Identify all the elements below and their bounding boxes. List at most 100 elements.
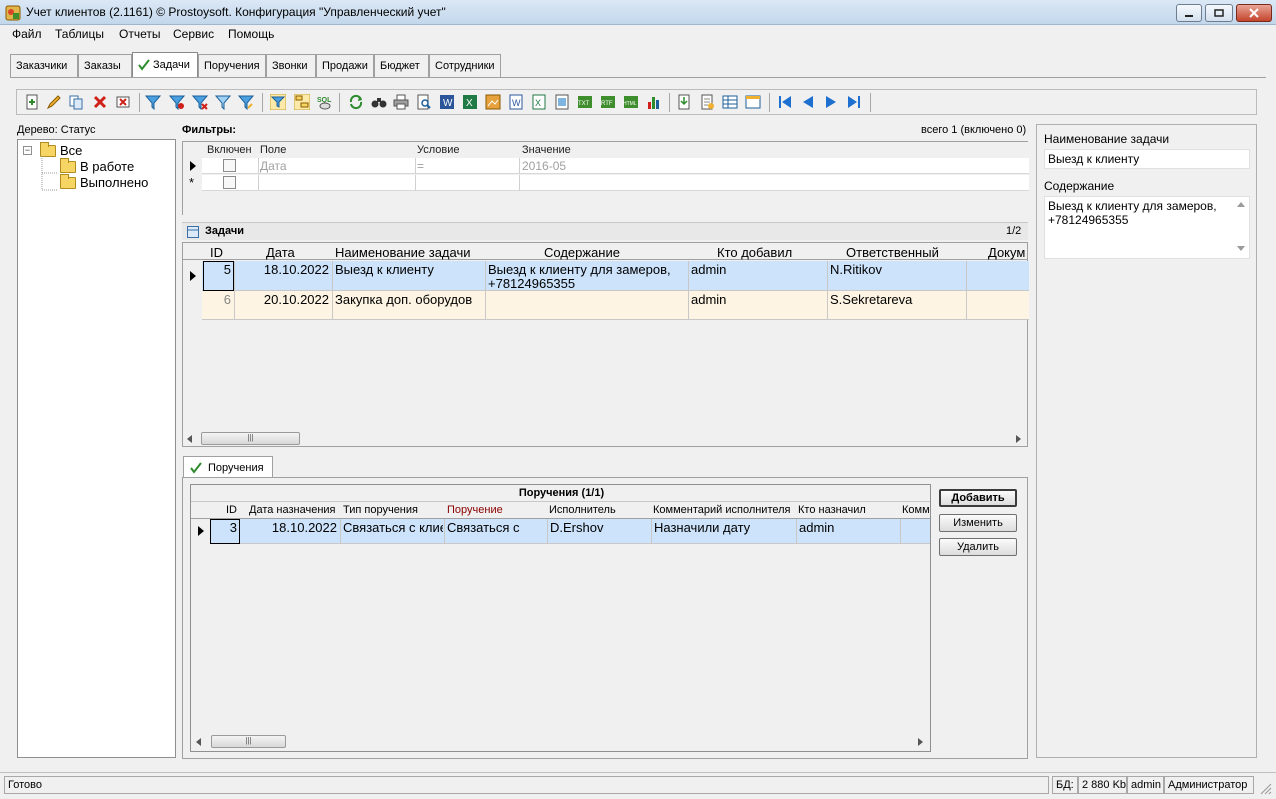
filter-edit-icon[interactable] — [238, 94, 254, 110]
menu-file[interactable]: Файл — [12, 27, 42, 41]
filter-new-row[interactable]: * — [183, 175, 1029, 191]
export-csv-icon[interactable] — [554, 94, 570, 110]
menu-help[interactable]: Помощь — [228, 27, 274, 41]
filter-value[interactable]: 2016-05 — [522, 159, 566, 173]
edit-pencil-icon[interactable] — [46, 94, 62, 110]
delete-button[interactable]: Удалить — [939, 538, 1017, 556]
task-content-field[interactable]: Выезд к клиенту для замеров, +7812496535… — [1044, 196, 1250, 259]
resize-grip-icon[interactable] — [1258, 781, 1272, 795]
tree-node-in-progress[interactable]: В работе — [60, 157, 134, 174]
assign-executor[interactable]: D.Ershov — [550, 521, 650, 535]
table-row[interactable]: 6 20.10.2022 Закупка доп. оборудов admin… — [183, 291, 1029, 320]
task-date[interactable]: 18.10.2022 — [237, 263, 329, 277]
filter-enabled-checkbox[interactable] — [223, 176, 236, 189]
tab-orders[interactable]: Заказы — [78, 54, 132, 77]
add-record-icon[interactable] — [24, 94, 40, 110]
assign-task[interactable]: Связаться с — [447, 521, 547, 535]
print-icon[interactable] — [393, 94, 409, 110]
delete-icon[interactable] — [92, 94, 108, 110]
filter-field[interactable]: Дата — [260, 159, 287, 173]
task-name[interactable]: Закупка доп. оборудов — [335, 293, 485, 307]
export-excel-icon[interactable]: X — [462, 94, 478, 110]
col-assign-date[interactable]: Дата назначения — [249, 504, 336, 516]
scroll-thumb[interactable]: ||| — [201, 432, 300, 445]
first-record-icon[interactable] — [777, 94, 793, 110]
filter-col-enabled[interactable]: Включен — [207, 144, 252, 156]
task-added-by[interactable]: admin — [691, 293, 826, 307]
delete-all-icon[interactable] — [115, 94, 131, 110]
export-txt-icon[interactable]: TXT — [577, 94, 593, 110]
task-added-by[interactable]: admin — [691, 263, 826, 277]
task-responsible[interactable]: S.Sekretareva — [830, 293, 965, 307]
col-assigned-by[interactable]: Кто назначил — [798, 504, 866, 516]
columns-icon[interactable] — [745, 94, 761, 110]
add-button[interactable]: Добавить — [939, 489, 1017, 507]
tab-sales[interactable]: Продажи — [316, 54, 374, 77]
filter-col-condition[interactable]: Условие — [417, 144, 460, 156]
last-record-icon[interactable] — [846, 94, 862, 110]
table-row[interactable]: 5 18.10.2022 Выезд к клиенту Выезд к кли… — [183, 261, 1029, 291]
filter-panel-icon[interactable] — [270, 94, 286, 110]
filter-row[interactable]: Дата = 2016-05 — [183, 158, 1029, 174]
filter-icon[interactable] — [145, 94, 161, 110]
task-name-field[interactable]: Выезд к клиенту — [1044, 149, 1250, 169]
filter-enabled-checkbox[interactable] — [223, 159, 236, 172]
assign-comment[interactable]: Назначили дату — [654, 521, 796, 535]
task-id[interactable]: 6 — [207, 293, 231, 307]
prev-record-icon[interactable] — [800, 94, 816, 110]
col-responsible[interactable]: Ответственный — [846, 245, 939, 260]
tab-calls[interactable]: Звонки — [266, 54, 316, 77]
edit-button[interactable]: Изменить — [939, 514, 1017, 532]
filter-col-field[interactable]: Поле — [260, 144, 286, 156]
col-assign-type[interactable]: Тип поручения — [343, 504, 418, 516]
filter-add-icon[interactable] — [169, 94, 185, 110]
task-name[interactable]: Выезд к клиенту — [335, 263, 485, 277]
search-binoculars-icon[interactable] — [371, 94, 387, 110]
scroll-right-icon[interactable] — [918, 738, 924, 746]
next-record-icon[interactable] — [823, 94, 839, 110]
tab-tasks[interactable]: Задачи — [132, 52, 198, 77]
task-responsible[interactable]: N.Ritikov — [830, 263, 965, 277]
tab-customers[interactable]: Заказчики — [10, 54, 78, 77]
assignments-hscroll[interactable]: ||| — [191, 735, 930, 748]
col-comment[interactable]: Комм — [902, 504, 930, 516]
col-added-by[interactable]: Кто добавил — [717, 245, 792, 260]
scroll-left-icon[interactable] — [187, 435, 193, 443]
preview-icon[interactable] — [416, 94, 432, 110]
table-settings-icon[interactable] — [722, 94, 738, 110]
refresh-icon[interactable] — [348, 94, 364, 110]
task-content[interactable]: Выезд к клиенту для замеров, — [488, 263, 688, 277]
document-icon[interactable] — [699, 94, 715, 110]
export-doc-icon[interactable]: W — [508, 94, 524, 110]
col-assignment[interactable]: Поручение — [447, 504, 503, 516]
table-row[interactable]: 3 18.10.2022 Связаться с клие Связаться … — [191, 519, 930, 544]
export-xls-icon[interactable]: X — [531, 94, 547, 110]
task-id[interactable]: 5 — [207, 263, 231, 277]
scroll-down-icon[interactable] — [1237, 246, 1245, 252]
export-rtf-icon[interactable]: RTF — [600, 94, 616, 110]
assign-type[interactable]: Связаться с клие — [343, 521, 443, 535]
tab-employees[interactable]: Сотрудники — [429, 54, 501, 77]
tab-budget[interactable]: Бюджет — [374, 54, 429, 77]
scroll-thumb[interactable]: ||| — [211, 735, 286, 748]
close-button[interactable] — [1236, 4, 1272, 22]
import-icon[interactable] — [676, 94, 692, 110]
assign-assigned-by[interactable]: admin — [799, 521, 899, 535]
tree-collapse-toggle[interactable]: − — [23, 146, 32, 155]
filter-condition[interactable]: = — [417, 159, 424, 173]
filter-col-value[interactable]: Значение — [522, 144, 571, 156]
tab-assignments[interactable]: Поручения — [198, 54, 266, 77]
scroll-up-icon[interactable] — [1237, 201, 1245, 207]
assign-id[interactable]: 3 — [213, 521, 237, 535]
tasks-hscroll[interactable]: ||| — [183, 432, 1027, 445]
menu-tables[interactable]: Таблицы — [55, 27, 104, 41]
tab-sub-assignments[interactable]: Поручения — [183, 456, 273, 478]
menu-service[interactable]: Сервис — [173, 27, 214, 41]
task-content-line2[interactable]: +78124965355 — [488, 277, 688, 291]
scroll-left-icon[interactable] — [196, 738, 202, 746]
col-executor-comment[interactable]: Комментарий исполнителя — [653, 504, 791, 516]
col-id[interactable]: ID — [210, 245, 223, 260]
filter-remove-icon[interactable] — [192, 94, 208, 110]
export-image-icon[interactable] — [485, 94, 501, 110]
col-executor[interactable]: Исполнитель — [549, 504, 616, 516]
